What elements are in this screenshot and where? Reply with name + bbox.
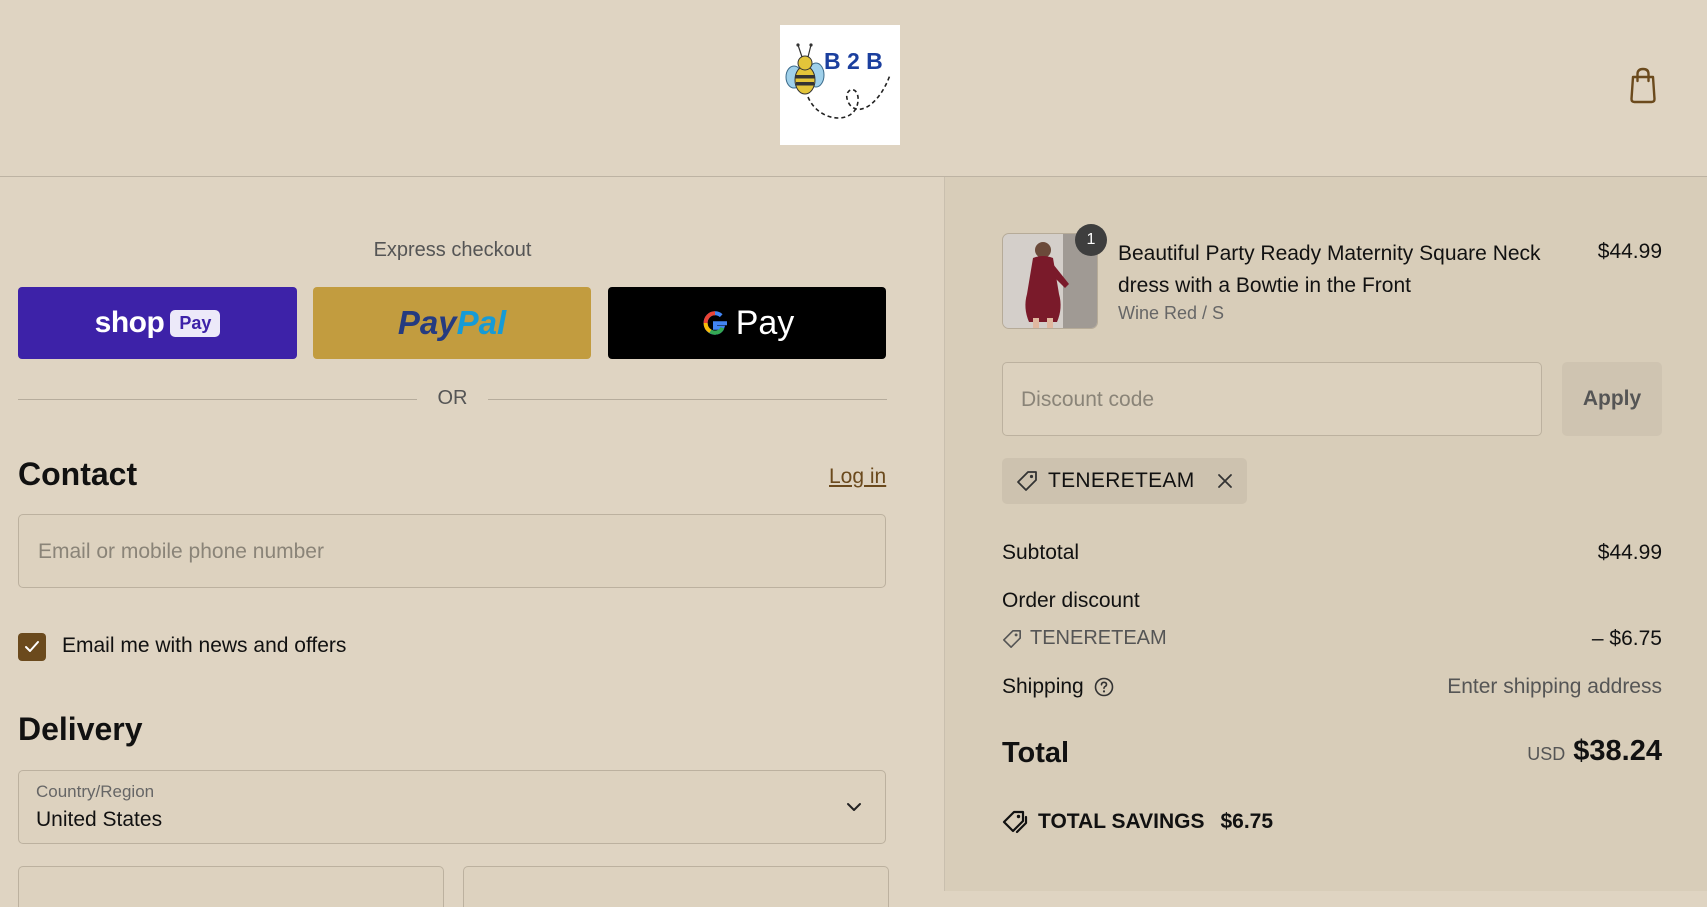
site-header: B 2 B <box>0 0 1707 177</box>
shop-pay-chip: Pay <box>170 309 221 337</box>
total-amount: USD $38.24 <box>1527 735 1662 768</box>
subtotal-label: Subtotal <box>1002 541 1080 564</box>
savings-tag-icon <box>1002 810 1028 834</box>
subtotal-value: $44.99 <box>1597 541 1662 564</box>
express-checkout-title: Express checkout <box>373 239 532 261</box>
or-divider: OR <box>18 387 887 413</box>
paypal-wordmark: PayPal <box>397 304 507 341</box>
order-summary: 1 Beautiful Party Ready Maternity Square… <box>945 177 1707 891</box>
country-label: Country/Region <box>36 782 155 801</box>
applied-code-label: TENERETEAM <box>1048 469 1195 492</box>
checkmark-icon <box>25 641 39 652</box>
apply-discount-button[interactable]: Apply <box>1562 362 1662 436</box>
total-savings-row: TOTAL SAVINGS $6.75 <box>1002 810 1273 834</box>
order-discount-label: Order discount <box>1002 589 1140 612</box>
country-select[interactable]: Country/Region United States <box>18 770 886 844</box>
total-savings-label: TOTAL SAVINGS <box>1038 810 1205 833</box>
tag-icon <box>1003 629 1021 648</box>
product-variant: Wine Red / S <box>1118 303 1225 323</box>
shopping-bag-icon <box>1630 67 1656 104</box>
currency-code: USD <box>1527 744 1566 764</box>
country-value: United States <box>36 808 163 831</box>
google-pay-wordmark: Pay <box>700 304 794 343</box>
chevron-down-icon <box>847 803 861 811</box>
checkout-form: Express checkout shop Pay PayPal Pay OR … <box>0 177 945 907</box>
paypal-button[interactable]: PayPal <box>313 287 591 359</box>
quantity-badge: 1 <box>1075 224 1107 256</box>
bee-logo-icon: B 2 B <box>785 43 891 119</box>
shipping-label: Shipping <box>1002 675 1084 698</box>
cart-button[interactable] <box>1626 66 1660 104</box>
discount-code-name: TENERETEAM <box>1030 627 1167 649</box>
remove-discount-button[interactable] <box>1217 473 1233 489</box>
discount-value: – $6.75 <box>1591 627 1662 650</box>
email-field[interactable] <box>18 514 886 589</box>
store-logo[interactable]: B 2 B <box>780 25 900 145</box>
delivery-title: Delivery <box>18 711 143 747</box>
shipping-help-button[interactable] <box>1094 677 1114 697</box>
total-savings-value: $6.75 <box>1220 810 1274 833</box>
google-pay-button[interactable]: Pay <box>608 287 886 359</box>
shipping-row: Shipping <box>1002 675 1114 699</box>
total-value: $38.24 <box>1573 735 1662 767</box>
shop-pay-wordmark: shop <box>94 306 165 339</box>
email-input[interactable] <box>36 515 870 589</box>
first-name-field[interactable] <box>18 866 444 907</box>
contact-title: Contact <box>18 456 138 492</box>
discount-code-row: TENERETEAM <box>1002 627 1167 650</box>
google-g-icon <box>703 311 727 335</box>
newsletter-checkbox[interactable] <box>18 633 46 661</box>
shop-pay-button[interactable]: shop Pay <box>18 287 297 359</box>
newsletter-label: Email me with news and offers <box>62 634 347 657</box>
or-label: OR <box>437 387 468 409</box>
product-title: Beautiful Party Ready Maternity Square N… <box>1118 242 1541 297</box>
tag-icon <box>1017 471 1037 491</box>
discount-code-field[interactable] <box>1002 362 1542 437</box>
last-name-field[interactable] <box>463 866 889 907</box>
svg-text:B 2 B: B 2 B <box>824 48 883 74</box>
product-price: $44.99 <box>1597 240 1662 263</box>
question-circle-icon <box>1094 677 1114 697</box>
total-label: Total <box>1002 737 1070 769</box>
close-icon <box>1217 474 1232 488</box>
login-link[interactable]: Log in <box>829 465 886 489</box>
shipping-value: Enter shipping address <box>1447 675 1662 698</box>
applied-discount-chip: TENERETEAM <box>1002 458 1247 504</box>
discount-code-input[interactable] <box>1019 363 1523 437</box>
